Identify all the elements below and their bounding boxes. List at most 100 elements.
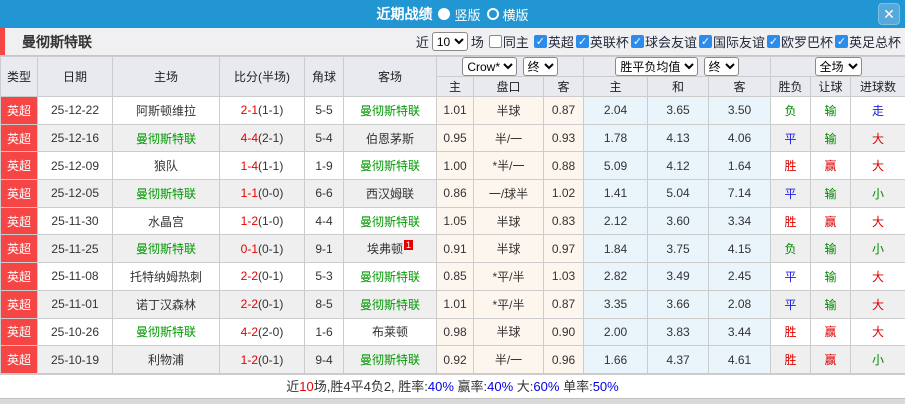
handicap-cell: 半球 [473, 96, 544, 125]
handicap-result-cell: 输 [810, 289, 852, 319]
winloss-result-cell: 胜 [770, 151, 812, 181]
layout-radio-vertical[interactable]: 竖版 [438, 5, 481, 24]
handicap-result-cell: 输 [810, 234, 852, 264]
corners-cell: 4-4 [304, 206, 344, 236]
home-team-cell: 曼彻斯特联 [112, 317, 220, 347]
league-filter[interactable]: ✓ 欧罗巴杯 [766, 32, 833, 51]
goals-result-cell: 大 [850, 289, 905, 319]
checkbox-icon[interactable]: ✓ [630, 35, 644, 48]
odds-away-cell: 0.87 [543, 289, 584, 319]
goals-result-cell: 大 [850, 317, 905, 347]
league-filter[interactable]: ✓ 英足总杯 [834, 32, 901, 51]
league-filter-label: 英足总杯 [848, 35, 901, 50]
home-team-cell: 水晶宫 [112, 206, 220, 236]
halftime-score: (1-0) [258, 214, 284, 229]
league-filter[interactable]: ✓ 英超 [533, 32, 574, 51]
checkbox-icon[interactable]: ✓ [575, 35, 589, 48]
avg-home-cell: 2.04 [583, 96, 648, 125]
close-icon: ✕ [883, 6, 895, 22]
score-cell: 1-2(1-0) [219, 206, 305, 236]
handicap-result-cell: 赢 [810, 345, 852, 374]
odds-home-cell: 0.95 [436, 123, 474, 153]
summary-segment: 近 [286, 378, 300, 394]
fulltime-score: 4-4 [240, 131, 258, 146]
goals-result-cell: 大 [850, 206, 905, 236]
recent-count-select[interactable]: 10 [431, 32, 468, 51]
avg-away-cell: 7.14 [707, 179, 772, 208]
match-row: 英超 25-11-01 诺丁汉森林 2-2(0-1) 8-5 曼彻斯特联 1.01 *平/半 0… [0, 289, 905, 319]
corners-cell: 5-4 [304, 123, 344, 153]
match-row: 英超 25-12-16 曼彻斯特联 4-4(2-1) 5-4 伯恩茅斯 0.95 半/一 0.9… [0, 123, 905, 153]
checkbox-icon[interactable]: ✓ [766, 35, 780, 48]
avg-draw-cell: 3.83 [647, 317, 709, 347]
summary-segment: 10 [299, 378, 314, 394]
subcol-handicap-result: 让球 [810, 76, 852, 97]
odds-home-cell: 0.92 [436, 345, 474, 374]
league-filters: ✓ 英超 ✓ 英联杯 ✓ 球会友谊 ✓ 国际友谊 ✓ 欧罗巴杯 ✓ 英足总杯 [532, 32, 901, 51]
date-cell: 25-10-26 [37, 317, 113, 347]
odds-away-cell: 0.88 [543, 151, 584, 181]
summary-segment: 60% [533, 378, 560, 394]
goals-result-cell: 小 [850, 179, 905, 208]
avg-type-select[interactable]: 胜平负均值 [615, 57, 699, 76]
odds-away-cell: 0.93 [543, 123, 584, 153]
fulltime-score: 4-2 [240, 324, 258, 339]
match-row: 英超 25-11-08 托特纳姆热刺 2-2(0-1) 5-3 曼彻斯特联 0.85 *平/半… [0, 262, 905, 291]
avg-draw-cell: 4.37 [647, 345, 709, 374]
score-cell: 2-1(1-1) [219, 96, 305, 125]
league-filter[interactable]: ✓ 国际友谊 [698, 32, 765, 51]
odds-home-cell: 0.91 [436, 234, 474, 264]
date-cell: 25-12-09 [37, 151, 113, 181]
fulltime-score: 1-1 [240, 186, 258, 201]
match-row: 英超 25-12-22 阿斯顿维拉 2-1(1-1) 5-5 曼彻斯特联 1.01 半球 0.8… [0, 96, 905, 125]
winloss-result-cell: 负 [770, 96, 812, 125]
checkbox-icon[interactable]: ✓ [834, 35, 848, 48]
recent-results-panel: 近期战绩 竖版 横版 ✕ 曼彻斯特联 近 10 场 同主 ✓ 英超 ✓ 英联杯 ✓ 球 [0, 0, 905, 404]
radio-icon[interactable] [438, 8, 451, 20]
odds-stage-select[interactable]: 终 [522, 57, 558, 76]
handicap-cell: *平/半 [473, 289, 544, 319]
away-team-cell: 曼彻斯特联 [343, 206, 437, 236]
same-home-filter[interactable]: 同主 [488, 32, 529, 51]
date-cell: 25-12-22 [37, 96, 113, 125]
odds-home-cell: 1.00 [436, 151, 474, 181]
match-row: 英超 25-10-26 曼彻斯特联 4-2(2-0) 1-6 布莱顿 0.98 半球 0.90 2… [0, 317, 905, 347]
league-filter[interactable]: ✓ 英联杯 [575, 32, 629, 51]
checkbox-icon[interactable]: ✓ [533, 35, 547, 48]
halftime-score: (2-0) [258, 324, 284, 339]
summary-segment: 场,胜4平4负2, 胜率: [313, 378, 428, 394]
checkbox-icon[interactable]: ✓ [698, 35, 712, 48]
summary-text: 近10场,胜4平4负2, 胜率:40% 赢率:40% 大:60% 单率:50% [286, 379, 618, 394]
scope-select[interactable]: 全场 [814, 57, 862, 76]
odds-away-cell: 1.02 [543, 179, 584, 208]
avg-home-cell: 5.09 [583, 151, 648, 181]
home-team-cell: 托特纳姆热刺 [112, 262, 220, 291]
summary-bar: 近10场,胜4平4负2, 胜率:40% 赢率:40% 大:60% 单率:50% [0, 373, 905, 398]
corners-cell: 6-6 [304, 179, 344, 208]
match-row: 英超 25-12-05 曼彻斯特联 1-1(0-0) 6-6 西汉姆联 0.86 一/球半 1.… [0, 179, 905, 208]
avg-home-cell: 1.66 [583, 345, 648, 374]
col-header-home: 主场 [112, 56, 220, 97]
odds-company-select[interactable]: Crow* [462, 57, 518, 76]
league-filter-label: 英联杯 [589, 35, 629, 50]
layout-radio-horizontal[interactable]: 横版 [486, 5, 529, 24]
subcol-handicap: 盘口 [473, 76, 544, 97]
summary-segment: 50% [592, 378, 619, 394]
fulltime-score: 2-2 [240, 297, 258, 312]
league-filter-label: 英超 [547, 35, 574, 50]
home-team-cell: 利物浦 [112, 345, 220, 374]
radio-icon[interactable] [486, 8, 499, 20]
fulltime-score: 2-2 [240, 269, 258, 284]
titlebar-center: 近期战绩 竖版 横版 [0, 4, 905, 24]
league-filter[interactable]: ✓ 球会友谊 [630, 32, 697, 51]
avg-home-cell: 2.12 [583, 206, 648, 236]
recent-suffix-label: 场 [470, 35, 484, 50]
avg-stage-select[interactable]: 终 [703, 57, 739, 76]
league-cell: 英超 [0, 206, 38, 236]
same-home-label: 同主 [502, 35, 529, 50]
handicap-result-cell: 输 [810, 96, 852, 125]
date-cell: 25-11-01 [37, 289, 113, 319]
close-button[interactable]: ✕ [878, 3, 900, 25]
fulltime-score: 0-1 [240, 241, 258, 256]
checkbox-icon[interactable] [488, 35, 502, 48]
